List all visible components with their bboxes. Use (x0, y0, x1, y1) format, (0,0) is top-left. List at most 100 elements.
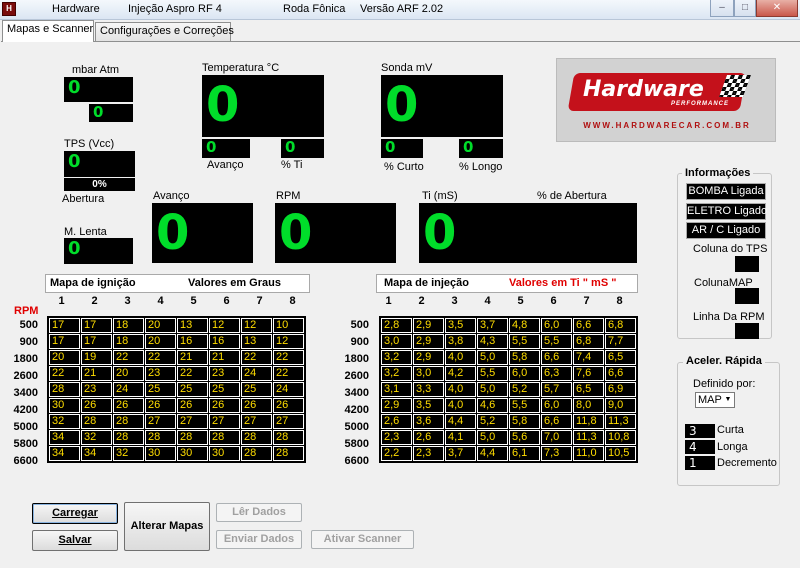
ignition-cell[interactable]: 32 (49, 414, 80, 429)
injection-cell[interactable]: 3,1 (381, 382, 412, 397)
injection-cell[interactable]: 5,7 (541, 382, 572, 397)
injection-cell[interactable]: 3,3 (413, 382, 444, 397)
ignition-cell[interactable]: 23 (81, 382, 112, 397)
injection-cell[interactable]: 6,9 (605, 382, 636, 397)
ignition-cell[interactable]: 30 (177, 446, 208, 461)
injection-cell[interactable]: 7,3 (541, 446, 572, 461)
ignition-cell[interactable]: 23 (209, 366, 240, 381)
injection-cell[interactable]: 6,5 (605, 350, 636, 365)
ignition-cell[interactable]: 20 (113, 366, 144, 381)
injection-cell[interactable]: 6,0 (509, 366, 540, 381)
injection-cell[interactable]: 5,5 (477, 366, 508, 381)
minimize-button[interactable]: – (710, 0, 734, 17)
decremento-input[interactable]: 1 (685, 456, 715, 470)
injection-cell[interactable]: 6,6 (541, 350, 572, 365)
ignition-cell[interactable]: 16 (177, 334, 208, 349)
injection-cell[interactable]: 4,4 (445, 414, 476, 429)
salvar-button[interactable]: Salvar (32, 530, 118, 551)
ignition-cell[interactable]: 20 (145, 318, 176, 333)
injection-cell[interactable]: 4,0 (445, 398, 476, 413)
injection-cell[interactable]: 6,6 (541, 414, 572, 429)
maximize-button[interactable]: □ (734, 0, 756, 17)
ignition-cell[interactable]: 22 (113, 350, 144, 365)
injection-cell[interactable]: 3,6 (413, 414, 444, 429)
ignition-cell[interactable]: 27 (145, 414, 176, 429)
injection-cell[interactable]: 2,9 (413, 350, 444, 365)
injection-cell[interactable]: 6,8 (605, 318, 636, 333)
ativar-scanner-button[interactable]: Ativar Scanner (311, 530, 414, 549)
injection-cell[interactable]: 6,6 (605, 366, 636, 381)
ignition-cell[interactable]: 26 (241, 398, 272, 413)
ignition-cell[interactable]: 30 (145, 446, 176, 461)
injection-cell[interactable]: 7,0 (541, 430, 572, 445)
injection-cell[interactable]: 2,8 (381, 318, 412, 333)
ignition-cell[interactable]: 34 (81, 446, 112, 461)
ignition-cell[interactable]: 17 (81, 318, 112, 333)
ignition-cell[interactable]: 27 (209, 414, 240, 429)
injection-cell[interactable]: 11,8 (573, 414, 604, 429)
ignition-cell[interactable]: 28 (145, 430, 176, 445)
ignition-cell[interactable]: 24 (241, 366, 272, 381)
injection-cell[interactable]: 5,5 (541, 334, 572, 349)
ignition-cell[interactable]: 22 (145, 350, 176, 365)
ignition-cell[interactable]: 30 (49, 398, 80, 413)
injection-cell[interactable]: 4,8 (509, 318, 540, 333)
ignition-cell[interactable]: 26 (113, 398, 144, 413)
injection-cell[interactable]: 2,3 (381, 430, 412, 445)
ignition-cell[interactable]: 22 (241, 350, 272, 365)
ignition-cell[interactable]: 34 (49, 446, 80, 461)
app-icon[interactable]: H (2, 2, 16, 16)
ignition-cell[interactable]: 22 (273, 366, 304, 381)
ignition-cell[interactable]: 28 (273, 430, 304, 445)
ignition-cell[interactable]: 24 (273, 382, 304, 397)
injection-cell[interactable]: 5,0 (477, 382, 508, 397)
ignition-cell[interactable]: 28 (273, 446, 304, 461)
close-button[interactable]: ✕ (756, 0, 798, 17)
ignition-cell[interactable]: 24 (113, 382, 144, 397)
injection-cell[interactable]: 9,0 (605, 398, 636, 413)
injection-cell[interactable]: 5,2 (509, 382, 540, 397)
alterar-mapas-button[interactable]: Alterar Mapas (124, 502, 210, 551)
injection-cell[interactable]: 7,7 (605, 334, 636, 349)
ignition-cell[interactable]: 25 (209, 382, 240, 397)
injection-cell[interactable]: 4,6 (477, 398, 508, 413)
injection-cell[interactable]: 4,3 (477, 334, 508, 349)
ignition-cell[interactable]: 20 (49, 350, 80, 365)
ignition-cell[interactable]: 20 (145, 334, 176, 349)
injection-cell[interactable]: 3,0 (413, 366, 444, 381)
injection-cell[interactable]: 5,0 (477, 350, 508, 365)
ignition-cell[interactable]: 23 (145, 366, 176, 381)
injection-cell[interactable]: 6,3 (541, 366, 572, 381)
injection-cell[interactable]: 2,6 (381, 414, 412, 429)
longa-input[interactable]: 4 (685, 440, 715, 454)
injection-cell[interactable]: 4,0 (445, 382, 476, 397)
ignition-cell[interactable]: 30 (209, 446, 240, 461)
tab-configuracoes[interactable]: Configurações e Correções (95, 22, 234, 41)
ignition-cell[interactable]: 18 (113, 318, 144, 333)
ignition-cell[interactable]: 27 (273, 414, 304, 429)
injection-cell[interactable]: 11,3 (605, 414, 636, 429)
ignition-cell[interactable]: 19 (81, 350, 112, 365)
injection-cell[interactable]: 4,1 (445, 430, 476, 445)
ignition-cell[interactable]: 10 (273, 318, 304, 333)
injection-cell[interactable]: 6,5 (573, 382, 604, 397)
ignition-cell[interactable]: 17 (49, 318, 80, 333)
curta-input[interactable]: 3 (685, 424, 715, 438)
ignition-cell[interactable]: 21 (209, 350, 240, 365)
injection-cell[interactable]: 6,1 (509, 446, 540, 461)
injection-cell[interactable]: 2,2 (381, 446, 412, 461)
injection-cell[interactable]: 7,4 (573, 350, 604, 365)
ignition-cell[interactable]: 25 (177, 382, 208, 397)
ler-dados-button[interactable]: Lêr Dados (216, 503, 302, 522)
injection-cell[interactable]: 2,9 (413, 318, 444, 333)
injection-cell[interactable]: 6,0 (541, 398, 572, 413)
injection-cell[interactable]: 4,4 (477, 446, 508, 461)
injection-cell[interactable]: 5,8 (509, 350, 540, 365)
ignition-cell[interactable]: 17 (81, 334, 112, 349)
ignition-cell[interactable]: 28 (209, 430, 240, 445)
ignition-cell[interactable]: 28 (113, 414, 144, 429)
injection-cell[interactable]: 2,9 (413, 334, 444, 349)
injection-cell[interactable]: 8,0 (573, 398, 604, 413)
injection-cell[interactable]: 5,5 (509, 334, 540, 349)
injection-cell[interactable]: 5,5 (509, 398, 540, 413)
